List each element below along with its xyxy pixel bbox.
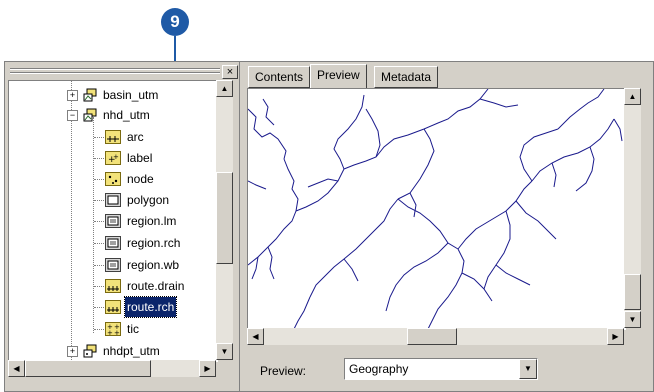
tree-item-region-lm[interactable]: region.lm [9,211,217,231]
close-panel-button[interactable]: × [222,65,238,79]
tree-item-label: route.rch [123,296,178,318]
tree-item-label: basin_utm [103,88,159,102]
scroll-thumb[interactable] [25,360,151,377]
tree-item-nhd-utm[interactable]: − nhd_utm [9,105,217,125]
tree-item-region-rch[interactable]: region.rch [9,233,217,253]
scroll-left-button[interactable]: ◀ [8,360,25,377]
tab-contents[interactable]: Contents [248,66,311,88]
tree-item-nhdpt-utm[interactable]: + nhdpt_utm [9,341,217,361]
tic-feature-icon: + + + + [105,322,121,336]
route-feature-icon [105,300,121,314]
preview-type-value: Geography [349,362,409,376]
scroll-right-button[interactable]: ▶ [199,360,216,377]
route-feature-icon [105,279,121,293]
tree-item-label-class[interactable]: + + label [9,148,217,168]
panel-drag-grip[interactable] [10,66,220,76]
step-callout-badge: 9 [161,8,189,36]
tab-preview[interactable]: Preview [310,64,367,88]
polygon-feature-icon [105,193,121,207]
geography-preview[interactable] [247,88,626,330]
tree-item-label: nhdpt_utm [103,344,160,358]
scroll-left-button[interactable]: ◀ [247,328,264,345]
tree-item-arc[interactable]: arc [9,127,217,147]
catalog-tree: + basin_utm − nhd_utm arc + + label node… [8,80,218,362]
scroll-thumb[interactable] [216,172,233,264]
preview-type-label: Preview: [260,364,307,378]
scroll-thumb[interactable] [624,274,641,310]
tree-horizontal-scrollbar[interactable]: ◀ ▶ [8,360,216,377]
tree-item-label: nhd_utm [103,108,150,122]
tree-item-route-rch[interactable]: route.rch [9,296,217,318]
preview-vertical-scrollbar[interactable]: ▲ ▼ [624,88,641,328]
tree-vertical-scrollbar[interactable]: ▲ ▼ [216,80,233,360]
scroll-thumb[interactable] [407,328,457,345]
coverage-icon [83,108,97,122]
region-feature-icon [105,214,121,228]
tree-item-basin-utm[interactable]: + basin_utm [9,85,217,105]
tree-item-label: polygon [127,193,170,207]
coverage-icon [83,88,97,102]
region-feature-icon [105,258,121,272]
region-feature-icon [105,236,121,250]
stream-lines [247,88,623,330]
preview-type-dropdown[interactable]: Geography ▼ [344,358,538,380]
tab-metadata[interactable]: Metadata [374,66,439,88]
scroll-right-button[interactable]: ▶ [607,328,624,345]
tree-item-route-drain[interactable]: route.drain [9,276,217,296]
scroll-down-button[interactable]: ▼ [216,343,233,360]
stream-network-map [247,88,623,330]
tree-item-polygon[interactable]: polygon [9,190,217,210]
tree-item-label: region.rch [127,236,181,250]
tree-item-label: node [127,172,154,186]
coverage-icon [83,344,97,358]
svg-text:+: + [114,329,120,336]
expand-icon[interactable]: + [67,90,78,101]
expand-icon[interactable]: + [67,346,78,357]
tree-item-node[interactable]: node [9,169,217,189]
scroll-up-button[interactable]: ▲ [216,80,233,97]
tree-item-region-wb[interactable]: region.wb [9,255,217,275]
chevron-down-icon[interactable]: ▼ [519,359,537,379]
arc-feature-icon [105,130,121,144]
tree-item-label: arc [127,130,144,144]
node-feature-icon [105,172,121,186]
tree-item-label: route.drain [127,279,185,293]
scroll-up-button[interactable]: ▲ [624,88,641,105]
tree-item-label: tic [127,322,139,336]
label-feature-icon: + + [105,151,121,165]
tree-item-label: region.wb [127,258,180,272]
collapse-icon[interactable]: − [67,110,78,121]
tree-item-label: label [127,151,153,165]
svg-text:+: + [107,329,113,336]
preview-horizontal-scrollbar[interactable]: ◀ ▶ [247,328,624,345]
tree-item-label: region.lm [127,214,177,228]
svg-text:+: + [113,153,119,161]
scroll-down-button[interactable]: ▼ [624,311,641,328]
tree-item-tic[interactable]: + + + + tic [9,319,217,339]
